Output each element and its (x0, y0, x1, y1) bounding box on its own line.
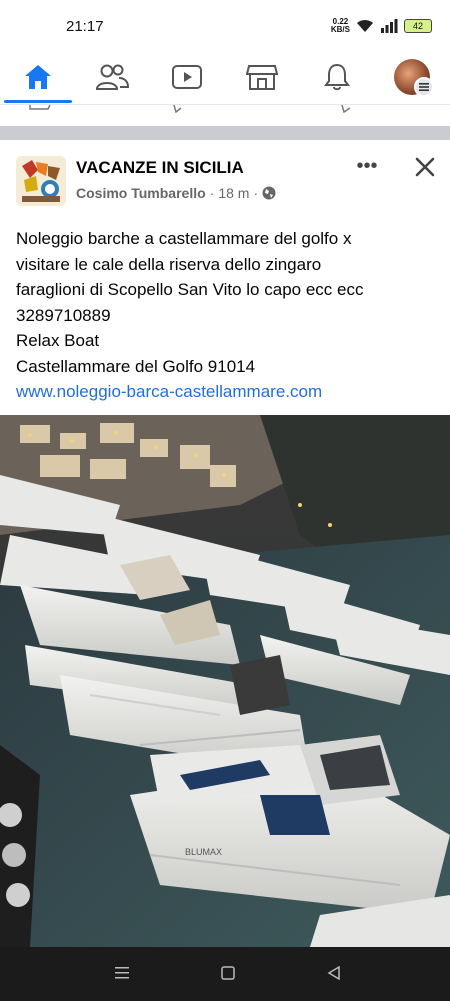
back-triangle-icon (327, 966, 340, 980)
previous-post-actions (0, 105, 450, 125)
recent-apps-button[interactable] (110, 961, 134, 985)
tab-menu[interactable] (377, 50, 447, 104)
post-link[interactable]: www.noleggio-barca-castellammare.com (16, 379, 436, 405)
marketplace-icon (246, 65, 278, 90)
meta-separator-2: · (253, 185, 259, 201)
signal-icon (381, 19, 398, 33)
share-icon (341, 105, 351, 113)
post-text-line: Castellammare del Golfo 91014 (16, 356, 256, 376)
wifi-icon (357, 19, 373, 32)
globe-icon (262, 186, 276, 200)
friends-icon (95, 64, 129, 90)
post-photo[interactable]: BLUMAX (0, 415, 450, 947)
like-icon (29, 105, 51, 110)
author-name[interactable]: Cosimo Tumbarello (76, 185, 206, 201)
boats-photo: BLUMAX (0, 415, 450, 947)
post-body: Noleggio barche a castellammare del golf… (16, 226, 436, 405)
post-time[interactable]: 18 m (218, 185, 249, 201)
post-header: VACANZE IN SICILIA Cosimo Tumbarello · 1… (0, 140, 450, 220)
top-navigation (0, 50, 450, 105)
status-icons: 0.22 KB/S 42 (331, 18, 432, 34)
comment-icon (173, 105, 182, 113)
more-options-button[interactable]: ••• (352, 154, 382, 178)
tab-friends[interactable] (77, 50, 147, 104)
network-speed: 0.22 KB/S (330, 17, 350, 34)
system-navigation-bar (0, 947, 450, 1001)
watch-icon (172, 65, 202, 89)
home-button[interactable] (216, 961, 240, 985)
close-icon (415, 157, 435, 177)
battery-indicator: 42 (404, 19, 432, 33)
square-icon (221, 966, 235, 980)
group-logo-image (16, 156, 66, 206)
tab-watch[interactable] (152, 50, 222, 104)
menu-badge (414, 77, 434, 97)
home-icon (25, 65, 51, 89)
status-time: 21:17 (66, 18, 104, 35)
post-phone: 3289710889 (16, 305, 111, 325)
post-text-line: visitare le cale della riserva dello zin… (16, 254, 322, 274)
group-name[interactable]: VACANZE IN SICILIA (76, 158, 244, 178)
post-meta: Cosimo Tumbarello · 18 m · (76, 185, 276, 201)
menu-icon (419, 83, 429, 91)
active-tab-indicator (4, 100, 72, 103)
hide-post-button[interactable] (410, 152, 440, 182)
post-text-line: Relax Boat (16, 331, 100, 350)
post-text-line: Noleggio barche a castellammare del golf… (16, 229, 352, 248)
menu-lines-icon (115, 967, 129, 979)
group-logo[interactable] (16, 156, 66, 206)
bell-icon (324, 63, 350, 91)
status-bar: 21:17 0.22 KB/S 42 (0, 0, 450, 50)
tab-marketplace[interactable] (227, 50, 297, 104)
boat-brand-label: BLUMAX (185, 847, 222, 857)
profile-avatar (394, 59, 434, 97)
meta-separator: · (209, 185, 215, 201)
back-button[interactable] (322, 961, 346, 985)
tab-home[interactable] (3, 50, 73, 104)
feed-separator (0, 126, 450, 140)
tab-notifications[interactable] (302, 50, 372, 104)
post-text-line: faraglioni di Scopello San Vito lo capo … (16, 280, 364, 299)
